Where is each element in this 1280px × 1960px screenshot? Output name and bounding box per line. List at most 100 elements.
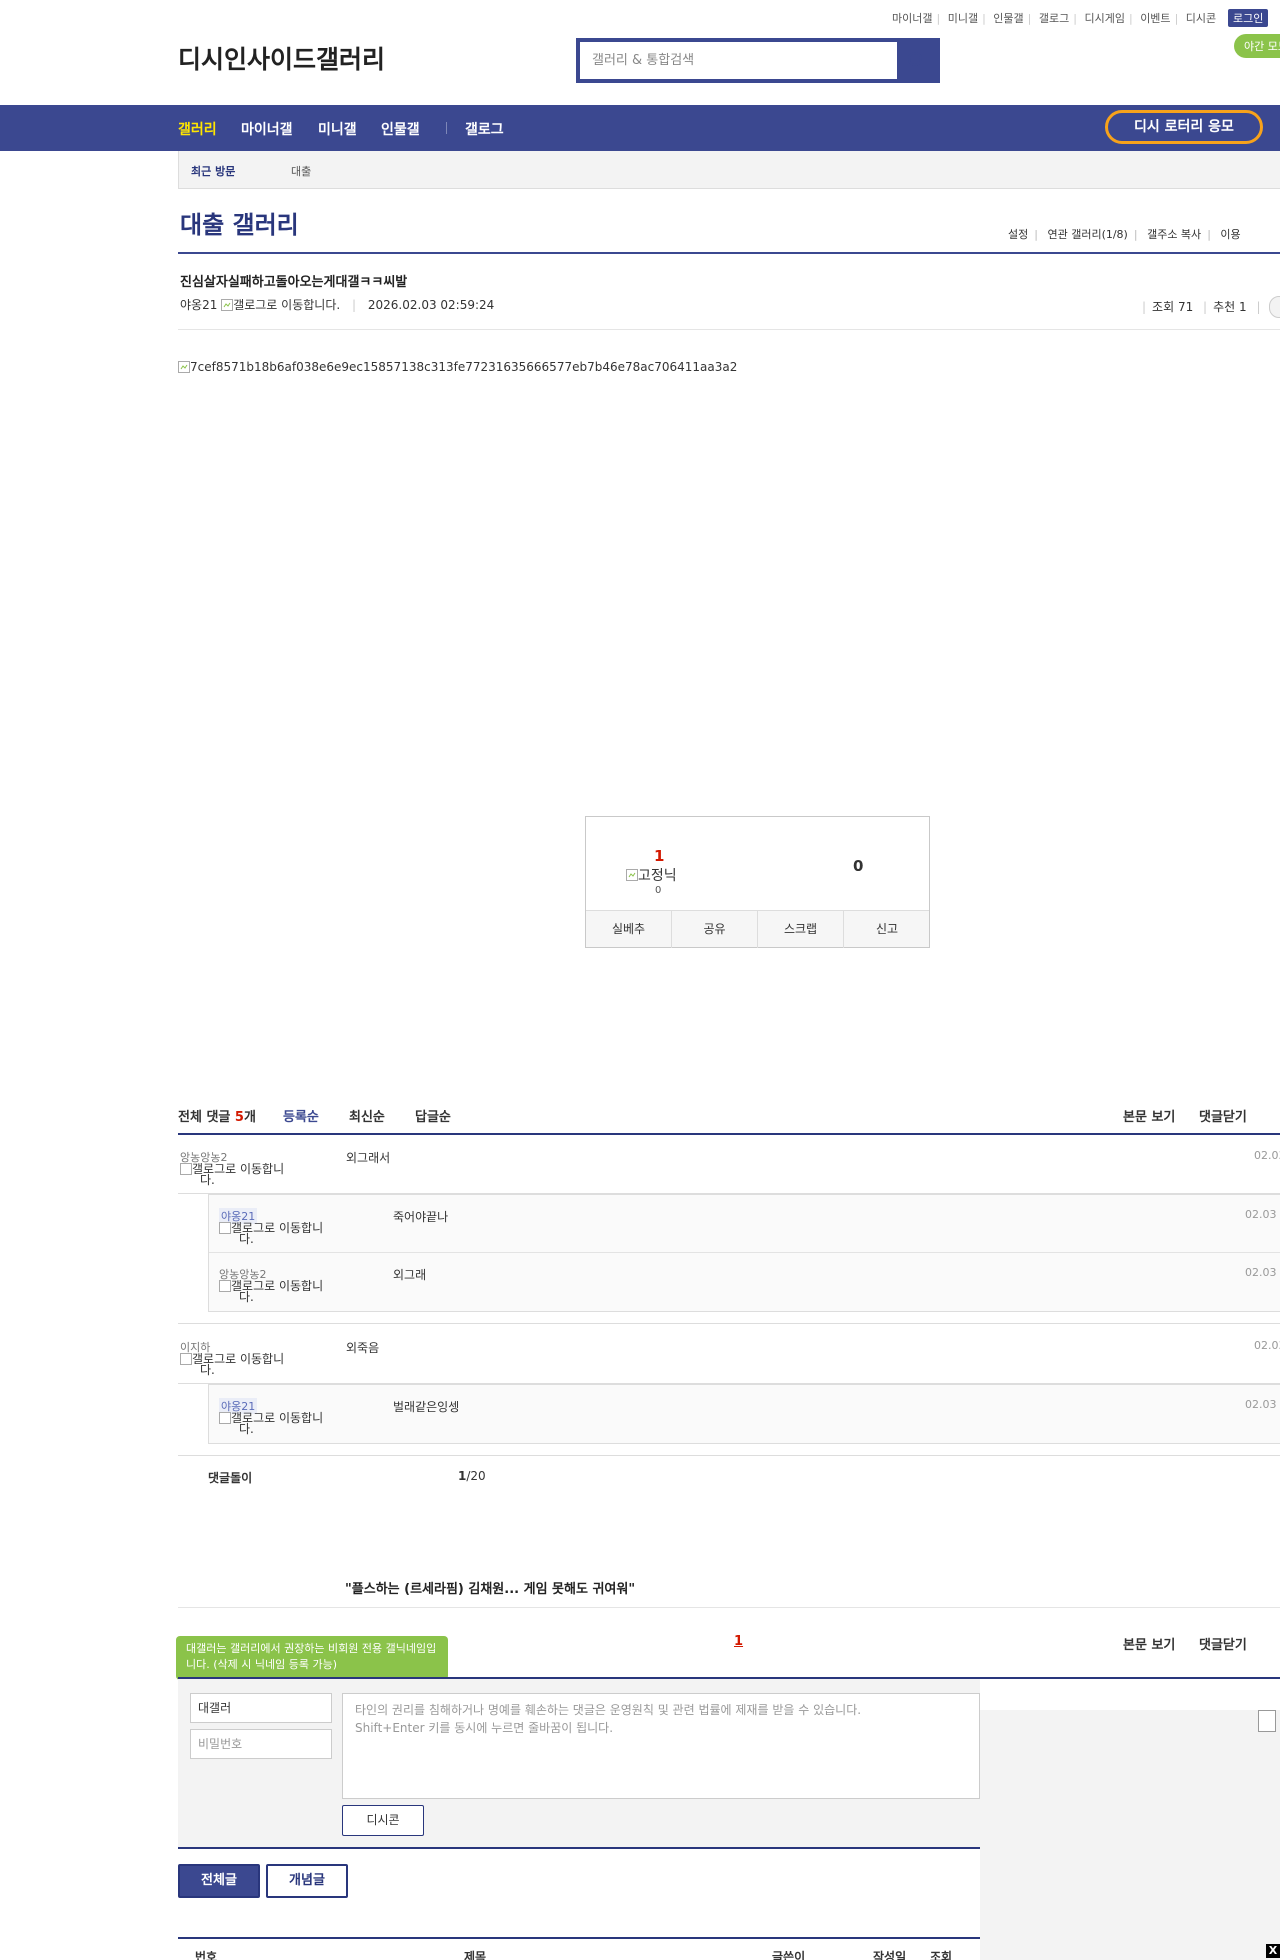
search-icon xyxy=(908,52,922,66)
ad-info-icon[interactable] xyxy=(1258,1710,1276,1732)
gallog-link[interactable]: 갤로그로 이동합니 다. xyxy=(180,1163,310,1186)
report-button[interactable]: 신고 xyxy=(844,911,930,948)
list-header-number: 번호 xyxy=(195,1950,218,1960)
top-link-dccon[interactable]: 디시콘 xyxy=(1186,12,1216,25)
gallog-alt-cont: 다. xyxy=(239,1290,254,1304)
post-views: 조회 71 xyxy=(1152,300,1194,314)
password-input[interactable]: 비밀번호 xyxy=(190,1729,332,1759)
top-link-person[interactable]: 인물갤 xyxy=(993,12,1023,25)
gallog-link[interactable]: 갤로그로 이동합니 다. xyxy=(219,1412,349,1435)
gallog-link[interactable]: 갤로그로 이동합니 다. xyxy=(219,1222,349,1245)
tab-concept-posts[interactable]: 개념글 xyxy=(266,1864,348,1898)
featured-divider xyxy=(178,1607,1280,1608)
close-comments-button-bottom[interactable]: 댓글닫기 xyxy=(1199,1634,1247,1653)
nav-mini[interactable]: 미니갤 xyxy=(318,119,357,139)
ad-banner[interactable] xyxy=(980,1710,1280,1960)
dccon-label: 디시콘 xyxy=(366,1813,400,1827)
search-input[interactable]: 갤러리 & 통합검색 xyxy=(580,42,897,79)
gallery-title[interactable]: 대출 갤러리 xyxy=(180,205,299,240)
scrap-button[interactable]: 스크랩 xyxy=(758,911,844,948)
comment-bot-label[interactable]: 댓글돌이 xyxy=(208,1469,252,1486)
lottery-button[interactable]: 디시 로터리 응모 xyxy=(1105,110,1263,144)
comment-write-form: 대갤러 비밀번호 타인의 권리를 침해하거나 명예를 훼손하는 댓글은 운영원칙… xyxy=(178,1679,980,1847)
bottom-page-number[interactable]: 1 xyxy=(734,1634,743,1649)
featured-post-link[interactable]: "플스하는 (르세라핌) 김채원... 게임 못해도 귀여워" xyxy=(345,1578,635,1597)
copy-address-link[interactable]: 갤주소 복사 xyxy=(1147,228,1201,241)
site-logo[interactable]: 디시인사이드갤러리 xyxy=(178,40,385,76)
broken-image-icon xyxy=(180,1163,192,1175)
comment-count-unit: 개 xyxy=(243,1110,256,1125)
close-icon[interactable]: X xyxy=(1266,1944,1280,1958)
post-image-alt: 7cef8571b18b6af038e6e9ec15857138c313fe77… xyxy=(190,360,738,374)
gallog-link-icon[interactable]: 갤로그로 이동합니다. xyxy=(221,298,344,312)
top-link-minor[interactable]: 마이너갤 xyxy=(892,12,932,25)
gallery-settings-link[interactable]: 설정 xyxy=(1008,228,1028,241)
list-header-date: 작성일 xyxy=(873,1950,907,1960)
close-comments-button[interactable]: 댓글닫기 xyxy=(1199,1106,1247,1125)
title-divider xyxy=(178,252,1280,254)
related-galleries-link[interactable]: 연관 갤러리(1/8) xyxy=(1047,228,1127,241)
recommend-down-button[interactable] xyxy=(801,825,911,905)
list-header-author: 글쓴이 xyxy=(772,1950,806,1960)
recommend-up-button[interactable] xyxy=(606,825,716,905)
main-nav-bar: 갤러리 마이너갤 미니갤 인물갤 갤로그 디시 로터리 응모 xyxy=(0,105,1280,151)
comment-count-number: 5 xyxy=(234,1110,244,1125)
tab-all-posts[interactable]: 전체글 xyxy=(178,1864,260,1898)
real-best-button[interactable]: 실베추 xyxy=(586,911,672,948)
nav-gallery[interactable]: 갤러리 xyxy=(178,119,217,139)
nav-minor[interactable]: 마이너갤 xyxy=(241,119,293,139)
share-button[interactable]: 공유 xyxy=(672,911,758,948)
comment-textarea[interactable]: 타인의 권리를 침해하거나 명예를 훼손하는 댓글은 운영원칙 및 관련 법률에… xyxy=(342,1693,980,1799)
view-post-button-bottom[interactable]: 본문 보기 xyxy=(1123,1634,1175,1653)
sort-by-registered[interactable]: 등록순 xyxy=(283,1106,319,1125)
recent-gallery-link[interactable]: 대출 xyxy=(291,163,311,179)
gallog-link-alt: 갤로그로 이동합니다. xyxy=(233,298,341,312)
search-box: 갤러리 & 통합검색 xyxy=(576,38,940,83)
post-image: 7cef8571b18b6af038e6e9ec15857138c313fe77… xyxy=(178,360,737,374)
comment-date: 02.03 xyxy=(1254,1149,1280,1162)
gallog-alt-cont: 다. xyxy=(200,1363,215,1377)
reply-date: 02.03 0 xyxy=(1245,1208,1280,1221)
nav-gallog[interactable]: 갤로그 xyxy=(465,119,504,139)
reply-date: 02.03 0 xyxy=(1245,1266,1280,1279)
recommend-actions: 실베추 공유 스크랩 신고 xyxy=(586,910,930,948)
top-link-mini[interactable]: 미니갤 xyxy=(948,12,978,25)
gallog-link[interactable]: 갤로그로 이동합니 다. xyxy=(219,1280,349,1303)
reply-date: 02.03 0 xyxy=(1245,1398,1280,1411)
broken-image-icon xyxy=(219,1222,231,1234)
login-button[interactable]: 로그인 xyxy=(1228,9,1269,27)
night-mode-button[interactable]: 야간 모드 xyxy=(1234,34,1280,58)
sort-by-replies[interactable]: 답글순 xyxy=(415,1106,451,1125)
gallog-alt-cont: 다. xyxy=(239,1232,254,1246)
usage-link[interactable]: 이용 xyxy=(1220,228,1240,241)
comment-count-header: 전체 댓글 5개 xyxy=(178,1106,256,1125)
nickname-input[interactable]: 대갤러 xyxy=(190,1693,332,1723)
broken-image-icon xyxy=(180,1353,192,1365)
recent-visits-label[interactable]: 최근 방문 xyxy=(191,163,235,179)
comment-text: 외죽음 xyxy=(346,1341,380,1355)
post-date: 2026.02.03 02:59:24 xyxy=(367,298,495,312)
search-button[interactable] xyxy=(897,42,936,79)
dccon-button[interactable]: 디시콘 xyxy=(342,1805,424,1836)
top-link-gallog[interactable]: 갤로그 xyxy=(1039,12,1069,25)
list-header-title: 제목 xyxy=(464,1950,487,1960)
textarea-placeholder-line1: 타인의 권리를 침해하거나 명예를 훼손하는 댓글은 운영원칙 및 관련 법률에… xyxy=(355,1703,862,1717)
post-header-divider xyxy=(178,329,1280,330)
post-author[interactable]: 야옹21 xyxy=(180,298,217,312)
view-post-button[interactable]: 본문 보기 xyxy=(1123,1106,1175,1125)
comment-divider xyxy=(178,1323,1280,1324)
sort-by-latest[interactable]: 최신순 xyxy=(349,1106,385,1125)
broken-image-icon xyxy=(178,361,190,373)
broken-image-icon xyxy=(219,1412,231,1424)
reply-item: 앙농앙농2 갤로그로 이동합니다. 외그래 02.03 0 xyxy=(209,1253,1280,1311)
broken-image-icon xyxy=(219,1280,231,1292)
post-more-button[interactable] xyxy=(1269,296,1280,318)
comment-count-label: 전체 댓글 xyxy=(178,1110,231,1125)
nickname-tooltip: 대갤러는 갤러리에서 권장하는 비회원 전용 갤닉네임입니다. (삭제 시 닉네… xyxy=(176,1636,448,1687)
reply-item: 야옹21 갤로그로 이동합니다. 죽어야끝나 02.03 0 xyxy=(209,1195,1280,1253)
gallog-link[interactable]: 갤로그로 이동합니 다. xyxy=(180,1353,310,1376)
post-stats: | 조회 71 | 추천 1 | xyxy=(1142,300,1261,314)
top-link-event[interactable]: 이벤트 xyxy=(1140,12,1170,25)
top-link-game[interactable]: 디시게임 xyxy=(1084,12,1124,25)
nav-person[interactable]: 인물갤 xyxy=(381,119,420,139)
